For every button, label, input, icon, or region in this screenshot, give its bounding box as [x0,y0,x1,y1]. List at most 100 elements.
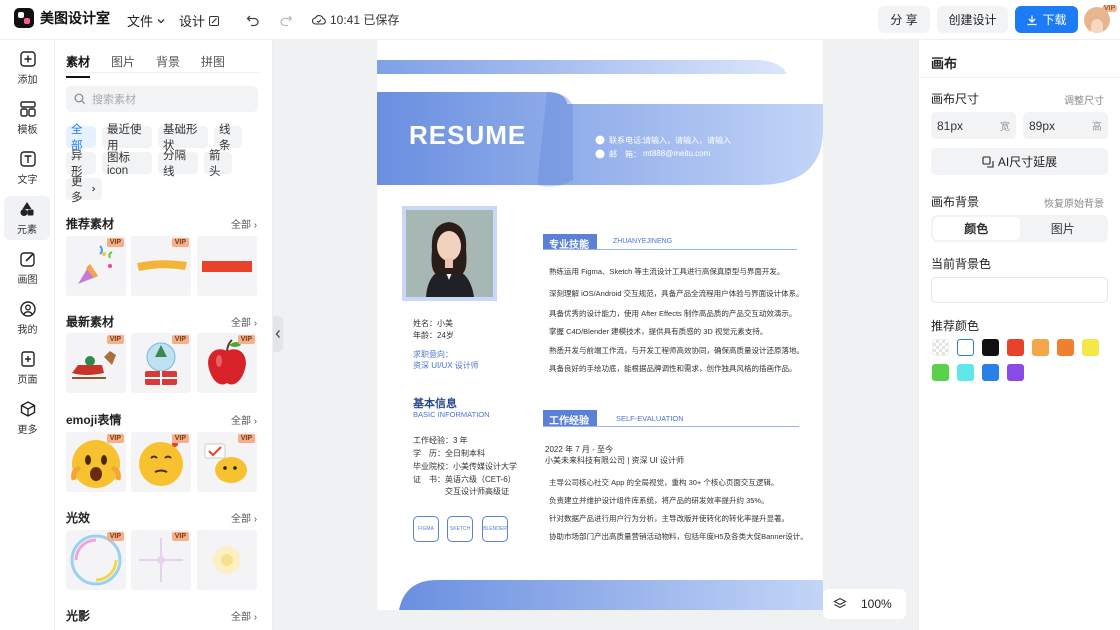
chip-more[interactable]: 更多 [66,176,102,204]
material-thumb-bubble[interactable]: VIP [66,530,126,590]
material-thumb-emoji-chick[interactable]: VIP [197,432,257,492]
swatch-green[interactable] [932,364,949,381]
swatch-yellow[interactable] [1082,339,1099,356]
material-thumb-glow[interactable] [197,530,257,590]
canvas-width-field[interactable]: 81px 宽 [931,112,1016,139]
share-button[interactable]: 分 享 [878,6,930,33]
swatch-red[interactable] [1007,339,1024,356]
red-bar-icon [202,261,252,272]
design-menu-label: 设计 [179,14,206,29]
chip-dividers[interactable]: 分隔线 [158,150,198,178]
section-all-link[interactable]: 全部 › [231,314,257,329]
swatch-blue[interactable] [982,364,999,381]
section-all-link[interactable]: 全部 › [231,412,257,427]
canvas-height-value: 89px [1029,118,1056,133]
template-icon [19,101,36,117]
expand-icon [982,155,994,168]
file-menu[interactable]: 文件 [127,11,166,30]
basic-info-title: 基本信息 [413,398,457,410]
basic-line: 毕业院校：小美传媒设计大学 [413,462,517,471]
chip-arrows[interactable]: 箭头 [204,150,232,178]
chip-lines[interactable]: 线条 [214,124,242,152]
canvas-area[interactable]: RESUME 联系电话： 请输入，请输入，请输入 邮 箱： mt888@meit… [273,40,918,630]
rail-label: 添加 [17,75,38,86]
chip-icons[interactable]: 图标icon [102,152,152,177]
zoom-control[interactable]: 100% [823,589,906,619]
material-thumb-sparkle[interactable]: VIP [131,530,191,590]
download-button[interactable]: 下载 [1015,6,1078,33]
material-thumb-emoji-thinking[interactable]: VIP [131,432,191,492]
create-design-button[interactable]: 创建设计 [937,6,1008,33]
current-bg-color[interactable] [931,277,1108,303]
canvas-width-value: 81px [937,118,964,133]
section-all-link[interactable]: 全部 › [231,608,257,623]
material-thumb-red-bar[interactable] [197,236,257,296]
contact-email-value: mt888@meitu.com [643,149,711,158]
rail-item-more[interactable]: 更多 [0,396,55,440]
material-thumb-sleigh[interactable]: VIP [66,333,126,393]
rail-label: 页面 [17,375,38,386]
app-logo[interactable]: 美图设计室 [14,8,110,28]
restore-bg-link[interactable]: 恢复原始背景 [1044,195,1104,210]
save-status-text: 10:41 已保存 [330,13,400,27]
swatch-cyan[interactable] [957,364,974,381]
tab-background[interactable]: 背景 [156,53,180,78]
material-thumb-brush-stroke[interactable]: VIP [131,236,191,296]
resume-page[interactable]: RESUME 联系电话： 请输入，请输入，请输入 邮 箱： mt888@meit… [377,40,823,610]
chip-recent[interactable]: 最近使用 [102,124,152,152]
profile-photo [406,210,493,297]
section-all-label: 全部 [231,220,251,231]
material-thumb-apple[interactable]: VIP [197,333,257,393]
search-input[interactable]: 搜索素材 [66,86,258,112]
material-thumb-party-popper[interactable]: VIP [66,236,126,296]
material-thumb-emoji-shocked[interactable]: VIP [66,432,126,492]
vip-badge: VIP [171,434,189,443]
panel-tabs: 素材 图片 背景 拼图 [66,53,225,78]
design-menu[interactable]: 设计 [179,11,220,30]
app-name: 美图设计室 [40,10,110,26]
section-all-link[interactable]: 全部 › [231,216,257,231]
shapes-icon [20,202,34,216]
canvas-height-field[interactable]: 89px 高 [1023,112,1108,139]
swatch-orange[interactable] [1057,339,1074,356]
tab-collage[interactable]: 拼图 [201,53,225,78]
work-company: 小美未来科技有限公司 | 资深 UI 设计师 [545,456,684,465]
create-design-label: 创建设计 [948,13,997,27]
height-unit: 高 [1092,122,1102,133]
rail-item-template[interactable]: 模板 [0,96,55,140]
collapse-panel-button[interactable] [273,316,283,352]
chip-all[interactable]: 全部 [66,124,96,152]
swatch-light-orange[interactable] [1032,339,1049,356]
undo-button[interactable] [243,10,263,30]
redo-button[interactable] [276,10,296,30]
ai-size-expand-button[interactable]: AI尺寸延展 [931,148,1108,175]
adjust-size-link[interactable]: 调整尺寸 [1064,92,1104,107]
left-rail: 添加 模板 文字 元素 画图 我的 页面 更多 [0,40,55,630]
chip-irregular[interactable]: 异形 [66,150,96,178]
rail-item-add[interactable]: 添加 [0,46,55,90]
material-thumb-snow-globe[interactable]: VIP [131,333,191,393]
vip-badge: VIP [106,434,124,443]
segment-color[interactable]: 颜色 [933,217,1020,240]
skills-subtitle: ZHUANYEJINENG [613,238,673,245]
work-subtitle: SELF-EVALUATION [616,414,684,423]
cloud-check-icon [312,14,326,25]
swatch-transparent[interactable] [932,339,949,356]
tab-material[interactable]: 素材 [66,53,91,78]
contact-email-label: 邮 箱： [609,150,641,159]
chip-basic-shapes[interactable]: 基础形状 [158,124,208,152]
rail-item-text[interactable]: 文字 [0,146,55,190]
rail-item-mine[interactable]: 我的 [0,296,55,340]
rail-item-elements[interactable]: 元素 [4,196,50,240]
section-all-link[interactable]: 全部 › [231,510,257,525]
rail-label: 文字 [17,175,38,186]
rail-item-page[interactable]: 页面 [0,346,55,390]
canvas-bg-label: 画布背景 [931,195,980,209]
work-item: 协助市场部门产出高质量营销活动物料，包括年度H5及各类大促Banner设计。 [549,532,808,541]
tab-image[interactable]: 图片 [111,53,135,78]
segment-image[interactable]: 图片 [1020,217,1107,240]
swatch-purple[interactable] [1007,364,1024,381]
rail-item-draw[interactable]: 画图 [0,246,55,290]
swatch-black[interactable] [982,339,999,356]
swatch-white[interactable] [957,339,974,356]
